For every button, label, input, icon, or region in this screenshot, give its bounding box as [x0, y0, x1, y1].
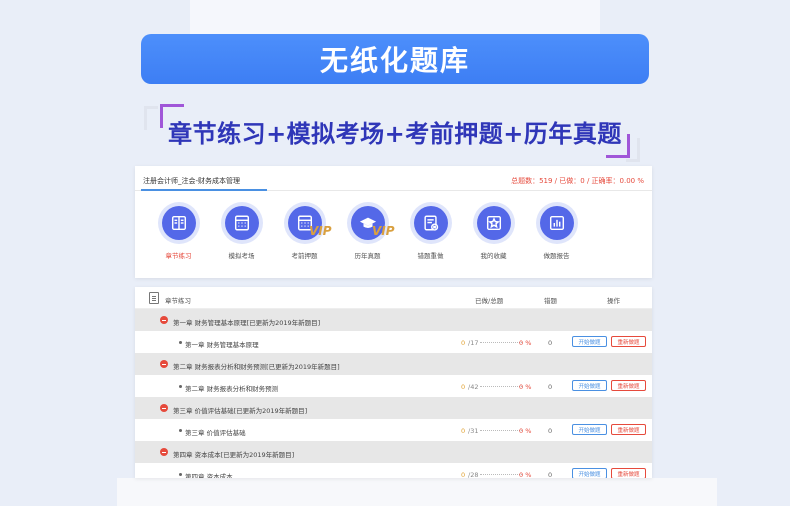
vip-badge: VIP — [372, 224, 395, 238]
document-icon — [149, 292, 159, 304]
done-count: 0 — [461, 339, 466, 347]
section-title: 第二章 财务报表分析和财务预测 — [185, 385, 279, 393]
wrong-count: 0 — [548, 471, 553, 478]
done-count: 0 — [461, 427, 466, 435]
course-stats: 总题数：519 / 已做：0 / 正确率：0.00 % — [511, 177, 644, 185]
bar-chart-icon — [539, 206, 574, 240]
course-header: 注册会计师_注会-财务成本管理 总题数：519 / 已做：0 / 正确率：0.0… — [135, 166, 652, 191]
collapse-icon[interactable] — [160, 404, 168, 412]
progress-percent: 0 % — [519, 471, 532, 478]
background-panel-bottom — [117, 478, 717, 506]
collapse-icon[interactable] — [160, 316, 168, 324]
wrong-count: 0 — [548, 427, 553, 435]
total-count: /42 — [468, 383, 479, 391]
subtitle: 章节练习+模拟考场+考前押题+历年真题 — [168, 120, 622, 148]
progress-bar — [480, 430, 522, 431]
module-book[interactable]: 章节练习 — [147, 202, 210, 260]
progress-percent: 0 % — [519, 383, 532, 391]
redo-practice-button[interactable]: 重新做题 — [611, 380, 646, 391]
bracket-decoration — [144, 106, 158, 130]
total-count: /17 — [468, 339, 479, 347]
icon-circle — [409, 202, 452, 244]
section-row: 第四章 资本成本 0/28 0 % 0 开始做题 重新做题 — [135, 463, 652, 478]
chapter-row[interactable]: 第二章 财务报表分析和财务预测[已更新为2019年新题目] — [135, 353, 652, 375]
section-row: 第三章 价值评估基础 0/31 0 % 0 开始做题 重新做题 — [135, 419, 652, 441]
start-practice-button[interactable]: 开始做题 — [572, 468, 607, 478]
progress-bar — [480, 342, 522, 343]
start-practice-button[interactable]: 开始做题 — [572, 424, 607, 435]
redo-practice-button[interactable]: 重新做题 — [611, 468, 646, 478]
icon-circle — [220, 202, 263, 244]
bullet-icon — [179, 341, 182, 344]
collapse-icon[interactable] — [160, 448, 168, 456]
chapter-title: 第四章 资本成本[已更新为2019年新题目] — [173, 451, 295, 459]
chapter-row[interactable]: 第三章 价值评估基础[已更新为2019年新题目] — [135, 397, 652, 419]
hero-banner: 无纸化题库 — [141, 34, 649, 84]
bullet-icon — [179, 429, 182, 432]
module-calculator[interactable]: 模拟考场 — [210, 202, 273, 260]
module-label: 模拟考场 — [228, 252, 255, 260]
course-card: 注册会计师_注会-财务成本管理 总题数：519 / 已做：0 / 正确率：0.0… — [135, 166, 652, 278]
bracket-decoration — [626, 138, 640, 162]
book-icon — [161, 206, 196, 240]
chapter-title: 第一章 财务管理基本原理[已更新为2019年新题目] — [173, 319, 321, 327]
chapter-title: 第三章 价值评估基础[已更新为2019年新题目] — [173, 407, 308, 415]
active-tab-indicator — [141, 189, 267, 191]
bullet-icon — [179, 385, 182, 388]
module-label: 我的收藏 — [480, 252, 507, 260]
calculator-icon — [224, 206, 259, 240]
module-bar-chart[interactable]: 做题报告 — [525, 202, 588, 260]
module-star[interactable]: 我的收藏 — [462, 202, 525, 260]
section-row: 第二章 财务报表分析和财务预测 0/42 0 % 0 开始做题 重新做题 — [135, 375, 652, 397]
hero-title: 无纸化题库 — [319, 44, 470, 77]
module-label: 章节练习 — [165, 252, 192, 260]
chapter-title: 第二章 财务报表分析和财务预测[已更新为2019年新题目] — [173, 363, 340, 371]
redo-practice-button[interactable]: 重新做题 — [611, 336, 646, 347]
module-graduation-cap[interactable]: VIP 历年真题 — [336, 202, 399, 260]
chapter-list: 章节练习 已做/总题 错题 操作 第一章 财务管理基本原理[已更新为2019年新… — [135, 287, 652, 478]
header-done-total: 已做/总题 — [475, 297, 504, 305]
module-nav: 章节练习 模拟考场 VIP 考前押题 VIP 历年真题 错题重做 我的收藏 做题报告 — [147, 202, 588, 260]
header-name: 章节练习 — [165, 297, 191, 305]
error-doc-icon — [413, 206, 448, 240]
wrong-count: 0 — [548, 383, 553, 391]
header-action: 操作 — [607, 297, 620, 305]
bullet-icon — [179, 473, 182, 476]
icon-circle — [157, 202, 200, 244]
done-count: 0 — [461, 383, 466, 391]
redo-practice-button[interactable]: 重新做题 — [611, 424, 646, 435]
progress-bar — [480, 386, 522, 387]
start-practice-button[interactable]: 开始做题 — [572, 380, 607, 391]
total-count: /31 — [468, 427, 479, 435]
icon-circle — [472, 202, 515, 244]
section-title: 第四章 资本成本 — [185, 473, 233, 478]
wrong-count: 0 — [548, 339, 553, 347]
progress-percent: 0 % — [519, 339, 532, 347]
subtitle-block: 章节练习+模拟考场+考前押题+历年真题 — [144, 104, 640, 162]
section-row: 第一章 财务管理基本原理 0/17 0 % 0 开始做题 重新做题 — [135, 331, 652, 353]
course-title-tab[interactable]: 注册会计师_注会-财务成本管理 — [143, 176, 240, 186]
progress-percent: 0 % — [519, 427, 532, 435]
progress-bar — [480, 474, 522, 475]
module-label: 考前押题 — [291, 252, 318, 260]
chapter-row[interactable]: 第一章 财务管理基本原理[已更新为2019年新题目] — [135, 309, 652, 331]
section-title: 第三章 价值评估基础 — [185, 429, 246, 437]
vip-badge: VIP — [309, 224, 332, 238]
icon-circle — [535, 202, 578, 244]
module-calculator[interactable]: VIP 考前押题 — [273, 202, 336, 260]
module-label: 历年真题 — [354, 252, 381, 260]
start-practice-button[interactable]: 开始做题 — [572, 336, 607, 347]
list-header: 章节练习 已做/总题 错题 操作 — [135, 287, 652, 309]
chapter-row[interactable]: 第四章 资本成本[已更新为2019年新题目] — [135, 441, 652, 463]
module-error-doc[interactable]: 错题重做 — [399, 202, 462, 260]
total-count: /28 — [468, 471, 479, 478]
collapse-icon[interactable] — [160, 360, 168, 368]
chapter-rows: 第一章 财务管理基本原理[已更新为2019年新题目] 第一章 财务管理基本原理 0/… — [135, 309, 652, 478]
star-icon — [476, 206, 511, 240]
header-wrong: 错题 — [544, 297, 557, 305]
done-count: 0 — [461, 471, 466, 478]
module-label: 做题报告 — [543, 252, 570, 260]
section-title: 第一章 财务管理基本原理 — [185, 341, 259, 349]
module-label: 错题重做 — [417, 252, 444, 260]
